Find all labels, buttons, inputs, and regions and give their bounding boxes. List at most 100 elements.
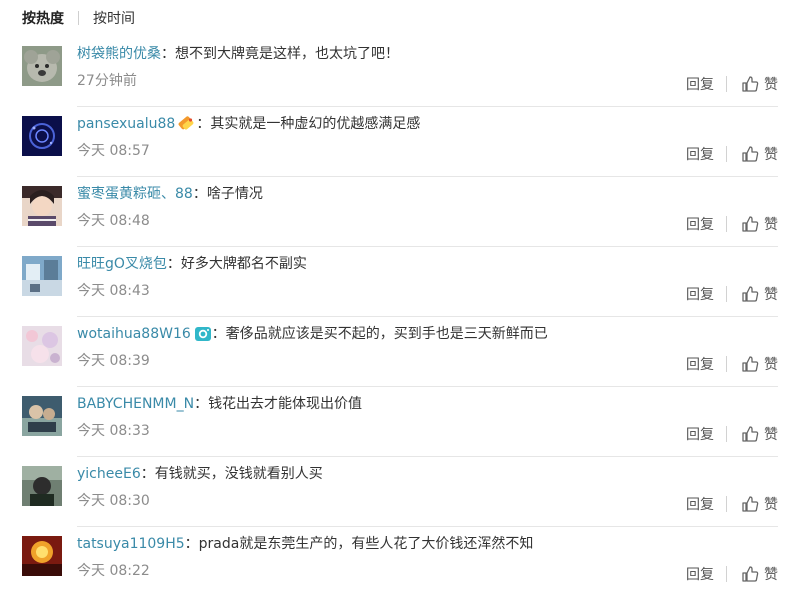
- reply-button[interactable]: 回复: [686, 424, 714, 444]
- comment-list: 树袋熊的优桑 ： 想不到大牌竟是这样，也太坑了吧！ 27分钟前 回复 赞 pan…: [22, 36, 800, 596]
- comment-time: 27分钟前: [77, 73, 137, 89]
- comment-time: 今天 08:33: [77, 423, 150, 439]
- avatar[interactable]: [22, 116, 62, 156]
- avatar[interactable]: [22, 466, 62, 506]
- thumbs-up-icon: [742, 76, 759, 92]
- comment-username[interactable]: 旺旺gO叉烧包: [77, 254, 167, 274]
- thumbs-up-icon: [742, 356, 759, 372]
- comment-time: 今天 08:57: [77, 143, 150, 159]
- comment-text: 钱花出去才能体现出价值: [208, 396, 363, 412]
- comments-panel: 按热度 按时间 树袋熊的优桑 ： 想不到大牌竟是这样，也太坑了吧！ 27分钟前 …: [0, 0, 800, 600]
- like-button[interactable]: 赞: [741, 144, 778, 164]
- like-button[interactable]: 赞: [741, 494, 778, 514]
- comment-colon: ：: [166, 256, 181, 272]
- comment-item: tatsuya1109H5 ： prada就是东莞生产的，有些人花了大价钱还浑然…: [22, 526, 778, 596]
- action-divider: [726, 76, 727, 92]
- comment-actions: 回复 赞: [686, 284, 778, 304]
- thumbs-up-icon: [742, 216, 759, 232]
- comment-username[interactable]: yicheeE6: [77, 464, 141, 484]
- action-divider: [726, 496, 727, 512]
- like-label: 赞: [764, 77, 778, 93]
- like-button[interactable]: 赞: [741, 284, 778, 304]
- comment-colon: ：: [192, 186, 207, 202]
- thumbs-up-icon: [742, 496, 759, 512]
- reply-button[interactable]: 回复: [686, 564, 714, 584]
- comment-item: 旺旺gO叉烧包 ： 好多大牌都名不副实 今天 08:43 回复 赞: [22, 246, 778, 316]
- comment-actions: 回复 赞: [686, 74, 778, 94]
- action-divider: [726, 566, 727, 582]
- avatar[interactable]: [22, 326, 62, 366]
- comment-actions: 回复 赞: [686, 214, 778, 234]
- thumbs-up-icon: [742, 286, 759, 302]
- reply-button[interactable]: 回复: [686, 214, 714, 234]
- reply-button[interactable]: 回复: [686, 74, 714, 94]
- comment-username[interactable]: 树袋熊的优桑: [77, 44, 161, 64]
- reply-button[interactable]: 回复: [686, 354, 714, 374]
- like-label: 赞: [764, 497, 778, 513]
- sort-divider: [78, 11, 79, 25]
- comment-colon: ：: [196, 116, 211, 132]
- comment-actions: 回复 赞: [686, 144, 778, 164]
- comment-username[interactable]: tatsuya1109H5: [77, 534, 185, 554]
- comment-actions: 回复 赞: [686, 564, 778, 584]
- action-divider: [726, 356, 727, 372]
- like-button[interactable]: 赞: [741, 214, 778, 234]
- like-label: 赞: [764, 427, 778, 443]
- comment-actions: 回复 赞: [686, 424, 778, 444]
- comment-item: BABYCHENMM_N ： 钱花出去才能体现出价值 今天 08:33 回复 赞: [22, 386, 778, 456]
- thumbs-up-icon: [742, 566, 759, 582]
- reply-button[interactable]: 回复: [686, 494, 714, 514]
- comment-colon: ：: [184, 536, 199, 552]
- comment-text: 好多大牌都名不副实: [180, 256, 307, 272]
- comment-text: 奢侈品就应该是买不起的，买到手也是三天新鲜而已: [225, 326, 548, 342]
- comment-colon: ：: [211, 326, 226, 342]
- comment-text: 想不到大牌竟是这样，也太坑了吧！: [175, 46, 399, 62]
- sort-by-hot-tab[interactable]: 按热度: [22, 8, 64, 28]
- comment-time: 今天 08:48: [77, 213, 150, 229]
- comment-text: 其实就是一种虚幻的优越感满足感: [210, 116, 421, 132]
- comment-item: 树袋熊的优桑 ： 想不到大牌竟是这样，也太坑了吧！ 27分钟前 回复 赞: [22, 36, 778, 106]
- like-button[interactable]: 赞: [741, 354, 778, 374]
- avatar[interactable]: [22, 186, 62, 226]
- reply-button[interactable]: 回复: [686, 144, 714, 164]
- avatar[interactable]: [22, 396, 62, 436]
- comment-item: pansexualu88 ： 其实就是一种虚幻的优越感满足感 今天 08:57 …: [22, 106, 778, 176]
- comment-username[interactable]: BABYCHENMM_N: [77, 394, 194, 414]
- action-divider: [726, 216, 727, 232]
- sort-tabs: 按热度 按时间: [22, 0, 800, 36]
- like-button[interactable]: 赞: [741, 424, 778, 444]
- like-button[interactable]: 赞: [741, 74, 778, 94]
- action-divider: [726, 426, 727, 442]
- reply-button[interactable]: 回复: [686, 284, 714, 304]
- comment-colon: ：: [161, 46, 175, 62]
- like-label: 赞: [764, 147, 778, 163]
- vip-badge-icon: [178, 116, 194, 130]
- camera-badge-icon: [194, 327, 211, 341]
- comment-text: 有钱就买，没钱就看别人买: [154, 466, 323, 482]
- thumbs-up-icon: [742, 426, 759, 442]
- like-button[interactable]: 赞: [741, 564, 778, 584]
- action-divider: [726, 286, 727, 302]
- comment-text: prada就是东莞生产的，有些人花了大价钱还浑然不知: [198, 536, 534, 552]
- comment-time: 今天 08:22: [77, 563, 150, 579]
- comment-username[interactable]: pansexualu88: [77, 114, 175, 134]
- comment-item: wotaihua88W16 ： 奢侈品就应该是买不起的，买到手也是三天新鲜而已 …: [22, 316, 778, 386]
- comment-colon: ：: [140, 466, 155, 482]
- comment-text: 啥子情况: [206, 186, 263, 202]
- comment-username[interactable]: wotaihua88W16: [77, 324, 191, 344]
- avatar[interactable]: [22, 256, 62, 296]
- thumbs-up-icon: [742, 146, 759, 162]
- comment-actions: 回复 赞: [686, 354, 778, 374]
- comment-item: 蜜枣蛋黄粽砸、88 ： 啥子情况 今天 08:48 回复 赞: [22, 176, 778, 246]
- comment-username[interactable]: 蜜枣蛋黄粽砸、88: [77, 184, 193, 204]
- like-label: 赞: [764, 217, 778, 233]
- comment-time: 今天 08:43: [77, 283, 150, 299]
- comment-actions: 回复 赞: [686, 494, 778, 514]
- avatar[interactable]: [22, 46, 62, 86]
- comment-time: 今天 08:39: [77, 353, 150, 369]
- avatar[interactable]: [22, 536, 62, 576]
- like-label: 赞: [764, 287, 778, 303]
- sort-by-time-tab[interactable]: 按时间: [93, 8, 135, 28]
- action-divider: [726, 146, 727, 162]
- like-label: 赞: [764, 357, 778, 373]
